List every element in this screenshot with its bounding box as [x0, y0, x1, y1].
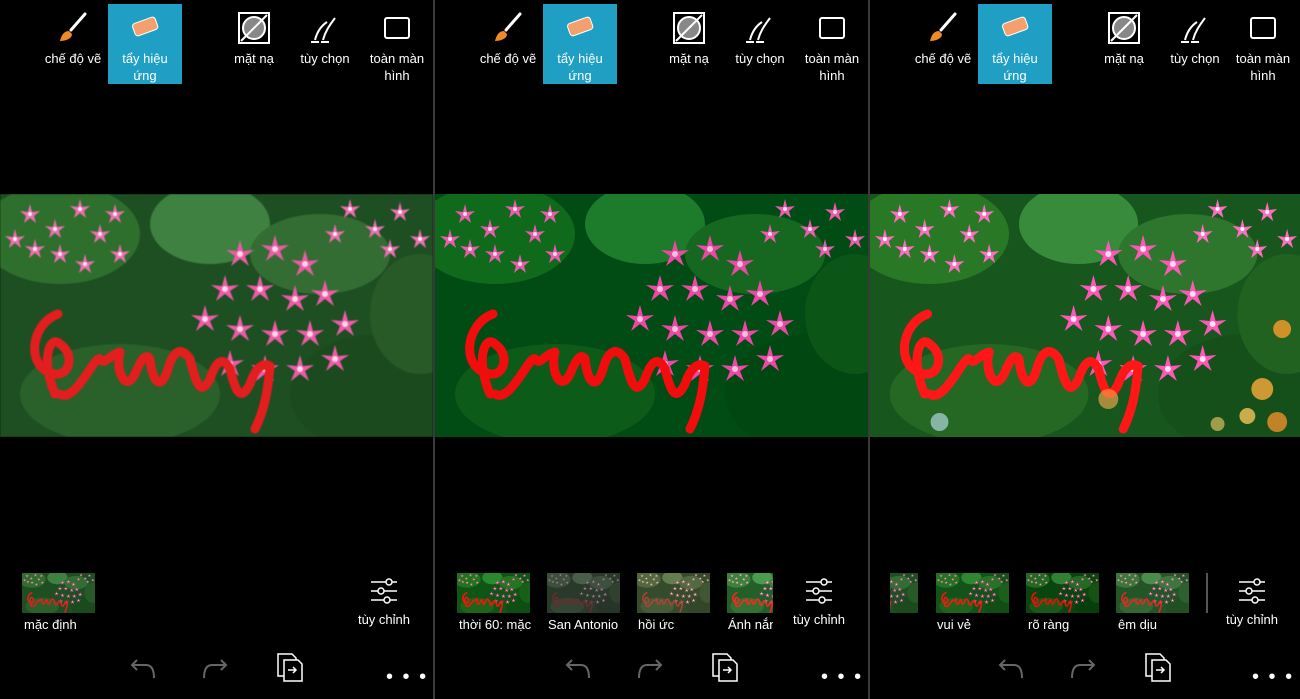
erase-effect-button[interactable]: tẩy hiệu ứng	[108, 4, 182, 84]
erase-effect-label-1: tẩy hiệu	[557, 51, 603, 66]
more-icon[interactable]: • • •	[1252, 667, 1294, 687]
fullscreen-label-2: hình	[384, 68, 410, 83]
mask-icon	[238, 12, 270, 44]
filter-label: San Antonio	[548, 617, 619, 632]
sliders-icon	[371, 578, 397, 604]
filter-thumbnail[interactable]	[890, 573, 918, 613]
fullscreen-button[interactable]: toàn màn hình	[1226, 4, 1300, 84]
filter-thumbnail[interactable]	[1116, 573, 1189, 613]
compare-icon[interactable]	[274, 652, 304, 682]
photo-canvas[interactable]	[435, 194, 868, 437]
filter-thumbnail[interactable]	[936, 573, 1009, 613]
fullscreen-icon	[819, 17, 845, 39]
filter-label: mặc định	[24, 617, 77, 632]
mask-button[interactable]: mặt nạ	[1087, 4, 1161, 84]
mask-icon	[1108, 12, 1140, 44]
fullscreen-label-1: toàn màn	[369, 51, 425, 66]
filter-thumbnail[interactable]	[547, 573, 620, 613]
options-label: tùy chọn	[300, 51, 350, 66]
erase-effect-label-2: ứng	[133, 68, 157, 83]
mask-icon	[673, 12, 705, 44]
filter-label: êm dịu	[1118, 617, 1158, 632]
draw-mode-button[interactable]: chế độ vẽ	[36, 4, 110, 84]
erase-effect-label-2: ứng	[568, 68, 592, 83]
fullscreen-label-1: toàn màn	[1235, 51, 1291, 66]
mask-button[interactable]: mặt nạ	[652, 4, 726, 84]
options-label: tùy chọn	[1170, 51, 1220, 66]
brush-options-icon	[1181, 17, 1206, 43]
photo-canvas[interactable]	[870, 194, 1300, 437]
fullscreen-label-1: toàn màn	[804, 51, 860, 66]
mask-button[interactable]: mặt nạ	[217, 4, 291, 84]
options-button[interactable]: tùy chọn	[288, 4, 362, 84]
customize-button[interactable]: tùy chỉnh	[350, 576, 418, 636]
fullscreen-icon	[1250, 17, 1276, 39]
erase-effect-button[interactable]: tẩy hiệu ứng	[543, 4, 617, 84]
mask-label: mặt nạ	[1104, 51, 1144, 66]
customize-label: tùy chỉnh	[357, 612, 411, 627]
options-button[interactable]: tùy chọn	[723, 4, 797, 84]
erase-effect-button[interactable]: tẩy hiệu ứng	[978, 4, 1052, 84]
scroll-edge	[1206, 573, 1208, 613]
photo-canvas[interactable]	[0, 194, 433, 437]
erase-effect-label-2: ứng	[1003, 68, 1027, 83]
panel-2: chế độ vẽ tẩy hiệu ứng mặt nạ tùy chọn t…	[435, 0, 868, 699]
eraser-icon	[567, 16, 594, 37]
panel-3: chế độ vẽ tẩy hiệu ứng mặt nạ tùy chọn t…	[870, 0, 1300, 699]
customize-button[interactable]: tùy chỉnh	[1218, 576, 1286, 636]
eraser-icon	[132, 16, 159, 37]
sliders-icon	[806, 578, 832, 604]
redo-icon[interactable]	[200, 652, 230, 682]
compare-icon[interactable]	[1142, 652, 1172, 682]
redo-icon[interactable]	[635, 652, 665, 682]
filter-thumbnail[interactable]	[727, 573, 773, 613]
filter-label: Ánh nắng	[728, 617, 773, 632]
undo-icon[interactable]	[996, 652, 1026, 682]
paintbrush-icon	[60, 12, 87, 41]
fullscreen-button[interactable]: toàn màn hình	[360, 4, 433, 84]
fullscreen-button[interactable]: toàn màn hình	[795, 4, 868, 84]
customize-button[interactable]: tùy chỉnh	[785, 576, 853, 636]
sliders-icon	[1239, 578, 1265, 604]
paintbrush-icon	[930, 12, 957, 41]
paintbrush-icon	[495, 12, 522, 41]
filter-thumbnail[interactable]	[637, 573, 710, 613]
customize-label: tùy chỉnh	[792, 612, 846, 627]
draw-mode-label: chế độ vẽ	[44, 51, 102, 66]
mask-label: mặt nạ	[234, 51, 274, 66]
options-button[interactable]: tùy chọn	[1158, 4, 1232, 84]
filter-thumbnail[interactable]	[1026, 573, 1099, 613]
brush-options-icon	[746, 17, 771, 43]
fullscreen-label-2: hình	[1250, 68, 1276, 83]
brush-options-icon	[311, 17, 336, 43]
erase-effect-label-1: tẩy hiệu	[122, 51, 168, 66]
filter-label: rõ ràng	[1028, 617, 1070, 632]
panel-1: chế độ vẽ tẩy hiệu ứng mặt nạ tùy chọn t…	[0, 0, 433, 699]
options-label: tùy chọn	[735, 51, 785, 66]
draw-mode-button[interactable]: chế độ vẽ	[906, 4, 980, 84]
fullscreen-label-2: hình	[819, 68, 845, 83]
fullscreen-icon	[384, 17, 410, 39]
filter-label: vui vẻ	[937, 617, 971, 632]
more-icon[interactable]: • • •	[821, 667, 863, 687]
draw-mode-label: chế độ vẽ	[479, 51, 537, 66]
undo-icon[interactable]	[563, 652, 593, 682]
filter-thumbnail[interactable]	[457, 573, 530, 613]
filter-thumbnail[interactable]	[22, 573, 95, 613]
filter-label: hồi ức	[638, 617, 675, 632]
mask-label: mặt nạ	[669, 51, 709, 66]
draw-mode-button[interactable]: chế độ vẽ	[471, 4, 545, 84]
eraser-icon	[1002, 16, 1029, 37]
more-icon[interactable]: • • •	[386, 667, 428, 687]
erase-effect-label-1: tẩy hiệu	[992, 51, 1038, 66]
filter-label: thời 60: mặc	[459, 617, 532, 632]
customize-label: tùy chỉnh	[1225, 612, 1279, 627]
undo-icon[interactable]	[128, 652, 158, 682]
redo-icon[interactable]	[1068, 652, 1098, 682]
compare-icon[interactable]	[709, 652, 739, 682]
draw-mode-label: chế độ vẽ	[914, 51, 972, 66]
